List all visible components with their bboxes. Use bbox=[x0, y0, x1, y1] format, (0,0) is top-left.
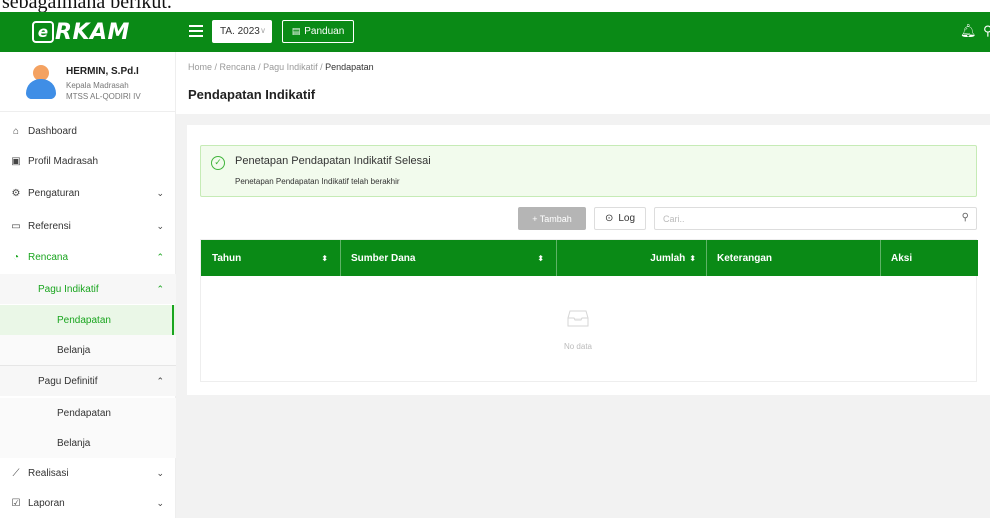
empty-text: No data bbox=[563, 342, 593, 351]
sidebar-item-belanja-definitif[interactable]: Belanja bbox=[0, 428, 176, 458]
add-button[interactable]: + Tambah bbox=[518, 207, 586, 230]
sidebar-item-label: Pengaturan bbox=[28, 187, 80, 199]
column-label: Aksi bbox=[891, 252, 913, 264]
breadcrumb: Home / Rencana / Pagu Indikatif / Pendap… bbox=[188, 62, 374, 72]
column-tahun[interactable]: Tahun ⬍ bbox=[201, 240, 341, 276]
column-label: Jumlah bbox=[650, 252, 686, 264]
user-icon[interactable]: ⚲ bbox=[983, 23, 990, 39]
sidebar-item-label: Pagu Definitif bbox=[38, 375, 98, 387]
folder-icon: ▭ bbox=[11, 220, 21, 232]
chevron-down-icon: ⌄ bbox=[156, 467, 164, 478]
sidebar-item-label: Referensi bbox=[28, 220, 71, 232]
gear-icon: ⚙ bbox=[11, 187, 21, 199]
search-box: ⚲ bbox=[654, 207, 977, 230]
chevron-down-icon: ⌄ bbox=[156, 497, 164, 508]
breadcrumb-current: Pendapatan bbox=[325, 62, 374, 72]
id-card-icon: ▣ bbox=[11, 155, 21, 167]
alert-title: Penetapan Pendapatan Indikatif Selesai bbox=[235, 155, 431, 167]
empty-state: No data bbox=[201, 276, 978, 383]
top-navbar: e RKAM TA. 2023 ∨ ▤ Panduan 🔔︎ ⚲ bbox=[0, 12, 990, 52]
data-table: Tahun ⬍ Sumber Dana ⬍ Jumlah ⬍ Keteranga… bbox=[200, 239, 978, 383]
column-label: Sumber Dana bbox=[351, 252, 416, 264]
sidebar-item-profil-madrasah[interactable]: ▣ Profil Madrasah bbox=[0, 146, 176, 176]
chevron-up-icon: ⌃ bbox=[156, 375, 164, 386]
year-select[interactable]: TA. 2023 ∨ bbox=[212, 20, 272, 43]
sidebar-item-pagu-indikatif[interactable]: Pagu Indikatif ⌃ bbox=[0, 274, 176, 304]
sidebar-item-label: Profil Madrasah bbox=[28, 155, 99, 167]
avatar bbox=[26, 65, 56, 99]
column-label: Keterangan bbox=[717, 252, 773, 264]
sidebar-item-pagu-definitif[interactable]: Pagu Definitif ⌃ bbox=[0, 366, 176, 396]
sidebar-item-rencana[interactable]: ◔ Rencana ⌃ bbox=[0, 242, 176, 272]
caption-text: sebagaimana berikut. bbox=[2, 0, 172, 12]
sidebar-item-label: Dashboard bbox=[28, 125, 77, 137]
clock-icon: ◔ bbox=[12, 251, 20, 263]
success-alert: ✓ Penetapan Pendapatan Indikatif Selesai… bbox=[200, 145, 977, 197]
sidebar-item-label: Pendapatan bbox=[57, 314, 111, 326]
main-content: Home / Rencana / Pagu Indikatif / Pendap… bbox=[176, 52, 990, 518]
content-card: ✓ Penetapan Pendapatan Indikatif Selesai… bbox=[187, 125, 990, 395]
sort-icon[interactable]: ⬍ bbox=[537, 254, 544, 263]
sidebar-item-label: Realisasi bbox=[28, 467, 69, 479]
sidebar-item-pendapatan-indikatif[interactable]: Pendapatan bbox=[0, 305, 176, 335]
check-circle-icon: ✓ bbox=[211, 156, 225, 170]
sidebar-item-label: Laporan bbox=[28, 497, 65, 509]
book-icon: ▤ bbox=[291, 26, 301, 36]
empty-inbox-icon bbox=[567, 310, 589, 327]
sidebar-item-label: Belanja bbox=[57, 437, 91, 449]
history-icon: ⊙ bbox=[604, 213, 614, 224]
log-button[interactable]: ⊙ Log bbox=[594, 207, 646, 230]
sidebar-item-belanja-indikatif[interactable]: Belanja bbox=[0, 335, 176, 365]
sidebar-item-label: Pendapatan bbox=[57, 407, 111, 419]
page-header: Home / Rencana / Pagu Indikatif / Pendap… bbox=[176, 52, 990, 114]
sidebar-item-label: Pagu Indikatif bbox=[38, 283, 99, 295]
logo-text: RKAM bbox=[55, 19, 130, 45]
search-input[interactable] bbox=[663, 211, 943, 227]
column-label: Tahun bbox=[212, 252, 242, 264]
guide-button[interactable]: ▤ Panduan bbox=[282, 20, 354, 43]
page-title: Pendapatan Indikatif bbox=[188, 87, 316, 102]
chevron-up-icon: ⌃ bbox=[156, 251, 164, 262]
trend-icon: ⟋ bbox=[12, 467, 20, 479]
sidebar: HERMIN, S.Pd.I Kepala Madrasah MTSS AL-Q… bbox=[0, 52, 176, 518]
logo-mark: e bbox=[32, 21, 54, 43]
sidebar-item-label: Rencana bbox=[28, 251, 69, 263]
user-school: MTSS AL-QODIRI IV bbox=[66, 92, 141, 101]
user-role: Kepala Madrasah bbox=[66, 81, 129, 90]
chevron-up-icon: ⌃ bbox=[156, 283, 164, 294]
sidebar-item-laporan[interactable]: ☑ Laporan ⌄ bbox=[0, 488, 176, 518]
document-caption-fragment: sebagaimana berikut. bbox=[0, 0, 990, 12]
log-label: Log bbox=[618, 213, 636, 224]
bell-icon[interactable]: 🔔︎ bbox=[960, 23, 977, 39]
breadcrumb-home[interactable]: Home bbox=[188, 62, 212, 72]
sidebar-item-referensi[interactable]: ▭ Referensi ⌄ bbox=[0, 211, 176, 241]
sort-icon[interactable]: ⬍ bbox=[689, 254, 696, 263]
column-sumber-dana[interactable]: Sumber Dana ⬍ bbox=[341, 240, 557, 276]
table-header: Tahun ⬍ Sumber Dana ⬍ Jumlah ⬍ Keteranga… bbox=[201, 240, 978, 276]
column-jumlah[interactable]: Jumlah ⬍ bbox=[557, 240, 707, 276]
user-name: HERMIN, S.Pd.I bbox=[66, 66, 139, 77]
home-icon: ⌂ bbox=[12, 125, 20, 137]
sidebar-item-dashboard[interactable]: ⌂ Dashboard bbox=[0, 116, 176, 146]
sidebar-item-realisasi[interactable]: ⟋ Realisasi ⌄ bbox=[0, 458, 176, 488]
column-aksi: Aksi bbox=[881, 240, 978, 276]
user-profile: HERMIN, S.Pd.I Kepala Madrasah MTSS AL-Q… bbox=[0, 52, 175, 112]
sidebar-item-label: Belanja bbox=[57, 344, 91, 356]
sort-icon[interactable]: ⬍ bbox=[321, 254, 328, 263]
chevron-down-icon: ∨ bbox=[260, 26, 266, 35]
app-logo[interactable]: e RKAM bbox=[32, 19, 130, 45]
report-icon: ☑ bbox=[11, 497, 21, 509]
chevron-down-icon: ⌄ bbox=[156, 187, 164, 198]
chevron-down-icon: ⌄ bbox=[156, 220, 164, 231]
menu-toggle-icon[interactable] bbox=[189, 25, 203, 37]
breadcrumb-rencana[interactable]: Rencana bbox=[220, 62, 256, 72]
search-icon[interactable]: ⚲ bbox=[962, 212, 969, 223]
year-select-value: TA. 2023 bbox=[220, 26, 260, 37]
sidebar-item-pengaturan[interactable]: ⚙ Pengaturan ⌄ bbox=[0, 178, 176, 208]
alert-message: Penetapan Pendapatan Indikatif telah ber… bbox=[235, 177, 400, 186]
sidebar-item-pendapatan-definitif[interactable]: Pendapatan bbox=[0, 398, 176, 428]
guide-label: Panduan bbox=[304, 26, 345, 37]
column-keterangan: Keterangan bbox=[707, 240, 881, 276]
breadcrumb-pagu-indikatif[interactable]: Pagu Indikatif bbox=[263, 62, 318, 72]
